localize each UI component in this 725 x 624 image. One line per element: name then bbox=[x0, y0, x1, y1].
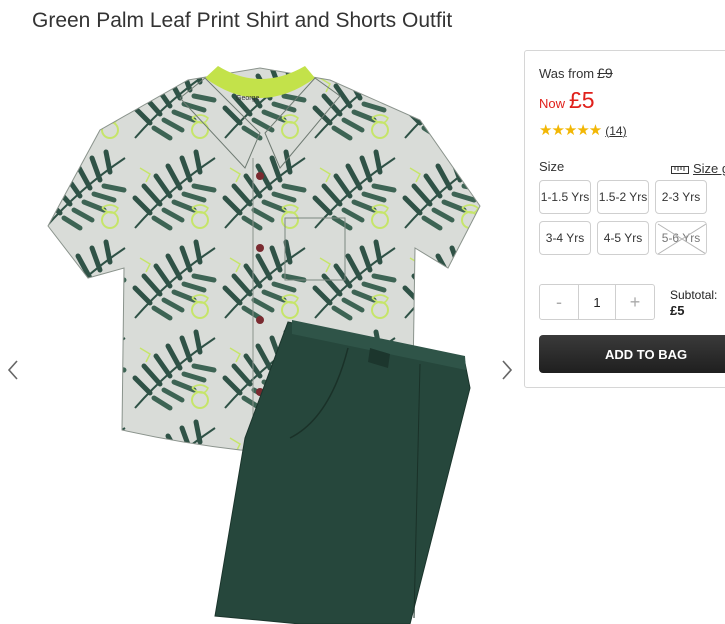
subtotal: Subtotal: £5 bbox=[670, 287, 717, 319]
quantity-increase-button[interactable]: + bbox=[616, 285, 654, 319]
ruler-icon bbox=[671, 162, 689, 177]
size-option-unavailable[interactable]: 5-6 Yrs bbox=[655, 221, 707, 255]
size-option[interactable]: 2-3 Yrs bbox=[655, 180, 707, 214]
buy-box: Was from£9 Now£5 ★★★★★(14) Size Size g 1… bbox=[524, 50, 725, 388]
add-to-bag-button[interactable]: ADD TO BAG bbox=[539, 335, 725, 373]
quantity-decrease-button[interactable]: - bbox=[540, 285, 578, 319]
now-price: Now £5 bbox=[539, 87, 595, 114]
size-option[interactable]: 1.5-2 Yrs bbox=[597, 180, 649, 214]
size-option[interactable]: 1-1.5 Yrs bbox=[539, 180, 591, 214]
star-rating-icon: ★★★★★ bbox=[539, 122, 602, 139]
size-option[interactable]: 4-5 Yrs bbox=[597, 221, 649, 255]
svg-text:George: George bbox=[236, 95, 259, 102]
rating: ★★★★★ (14) bbox=[539, 121, 627, 139]
was-label: Was from bbox=[539, 66, 595, 81]
size-guide-link[interactable]: Size g bbox=[671, 161, 725, 177]
product-image: George bbox=[47, 66, 481, 624]
subtotal-amount: £5 bbox=[670, 303, 685, 318]
quantity-stepper: - 1 + bbox=[539, 284, 655, 320]
chevron-right-icon[interactable] bbox=[496, 358, 518, 382]
page-title: Green Palm Leaf Print Shirt and Shorts O… bbox=[32, 9, 453, 32]
was-price: Was from £9 bbox=[539, 65, 613, 81]
review-count-link[interactable]: (14) bbox=[605, 124, 626, 138]
subtotal-label: Subtotal: bbox=[670, 288, 718, 302]
old-price: £9 bbox=[597, 65, 613, 81]
quantity-input[interactable]: 1 bbox=[578, 285, 616, 319]
strike-icon bbox=[657, 223, 706, 254]
size-guide-label: Size g bbox=[693, 161, 725, 176]
chevron-left-icon[interactable] bbox=[2, 358, 24, 382]
size-option[interactable]: 3-4 Yrs bbox=[539, 221, 591, 255]
now-label: Now bbox=[539, 96, 566, 111]
sale-price: £5 bbox=[569, 87, 595, 113]
size-label: Size bbox=[539, 159, 565, 174]
product-gallery: George bbox=[0, 40, 520, 624]
